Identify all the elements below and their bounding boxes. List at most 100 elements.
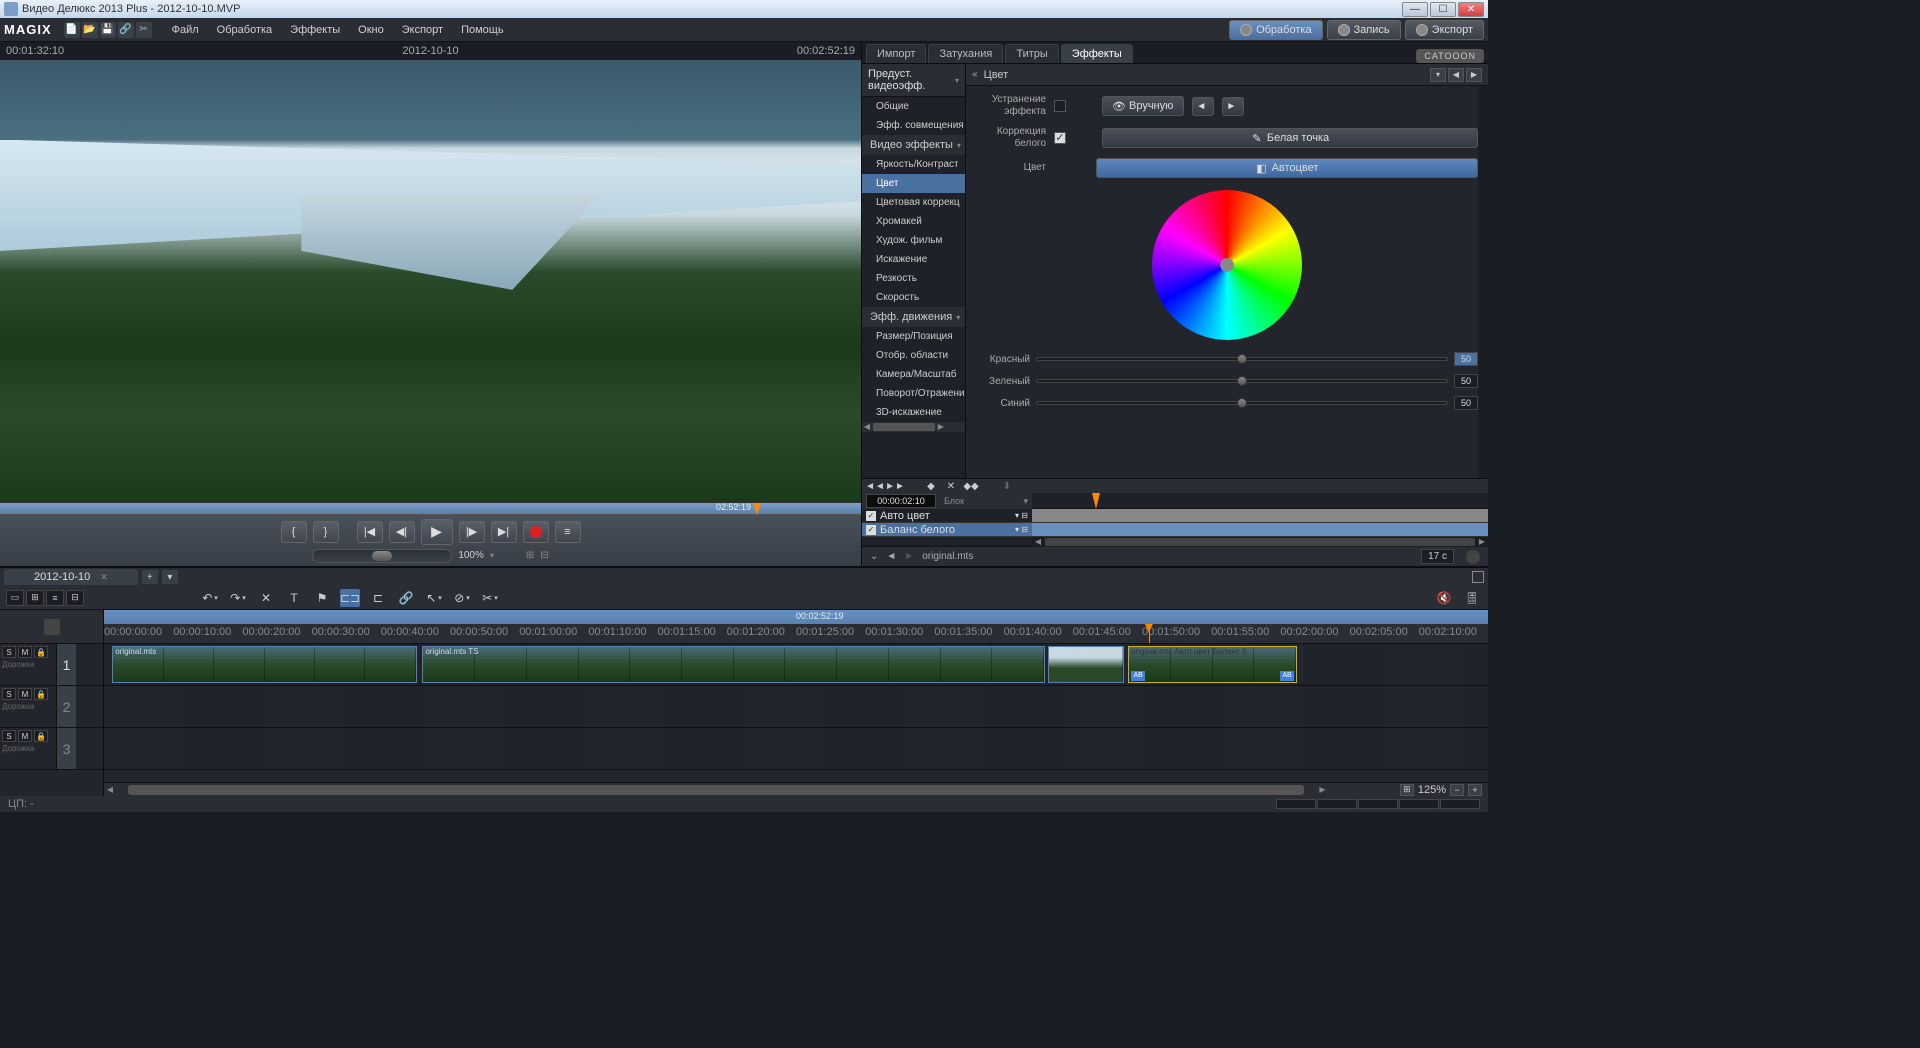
navbar-next-icon[interactable]: ► xyxy=(904,551,914,562)
track-header-3[interactable]: S M 🔒 Дорожка 3 xyxy=(0,728,103,770)
tree-item[interactable]: Яркость/Контраст xyxy=(862,155,965,174)
track-solo[interactable]: S xyxy=(2,646,16,658)
track-lock-icon[interactable]: 🔒 xyxy=(34,646,48,658)
track-solo[interactable]: S xyxy=(2,688,16,700)
kf-playhead-icon[interactable] xyxy=(1092,493,1100,509)
menu-window[interactable]: Окно xyxy=(350,21,392,39)
tab-close-icon[interactable]: ✕ xyxy=(100,572,108,583)
timeline-playhead[interactable] xyxy=(1149,624,1150,643)
kf-next-icon[interactable]: ►► xyxy=(888,479,902,493)
marker-button[interactable]: ⚑ xyxy=(312,589,332,607)
new-icon[interactable]: 📄 xyxy=(64,22,80,38)
minimize-button[interactable]: — xyxy=(1402,2,1428,17)
tree-category[interactable]: Видео эффекты xyxy=(862,135,965,155)
remove-effect-checkbox[interactable] xyxy=(1054,100,1066,112)
timeline-tab[interactable]: 2012-10-10✕ xyxy=(4,569,138,585)
menu-file[interactable]: Файл xyxy=(164,21,207,39)
mark-in-button[interactable]: { xyxy=(281,521,307,543)
tool2-icon[interactable]: ✂ xyxy=(136,22,152,38)
slider-green-value[interactable]: 50 xyxy=(1454,374,1478,388)
slider-red-value[interactable]: 50 xyxy=(1454,352,1478,366)
tree-item[interactable]: Худож. фильм xyxy=(862,231,965,250)
mode-edit[interactable]: Обработка xyxy=(1229,20,1322,40)
track-lock-icon[interactable]: 🔒 xyxy=(34,730,48,742)
play-button[interactable]: ▶ xyxy=(421,519,453,545)
tree-item[interactable]: Скорость xyxy=(862,288,965,307)
tree-item[interactable]: Поворот/Отражени xyxy=(862,384,965,403)
dual-icon[interactable]: ⊟ xyxy=(540,550,548,561)
preset-next[interactable]: ▶ xyxy=(1466,68,1482,82)
mixer-icon[interactable]: 🎚 xyxy=(1462,589,1482,607)
tab-import[interactable]: Импорт xyxy=(866,44,926,63)
tab-titles[interactable]: Титры xyxy=(1005,44,1058,63)
kf-del-icon[interactable]: ✕ xyxy=(944,479,958,493)
track-mute[interactable]: M xyxy=(18,646,32,658)
mouse-mode-button[interactable]: ↖▾ xyxy=(424,589,444,607)
apply-right-button[interactable]: ► xyxy=(1222,97,1244,116)
link-button[interactable]: 🔗 xyxy=(396,589,416,607)
prev-frame-button[interactable]: ◀| xyxy=(389,521,415,543)
tree-item[interactable]: Резкость xyxy=(862,269,965,288)
group-button[interactable]: ⊏⊐ xyxy=(340,589,360,607)
split-button[interactable]: ✂▾ xyxy=(480,589,500,607)
color-wheel-handle[interactable] xyxy=(1222,260,1232,270)
menu-effects[interactable]: Эффекты xyxy=(282,21,348,39)
tree-item[interactable]: Общие xyxy=(862,97,965,116)
zoom-out-icon[interactable]: − xyxy=(1450,784,1464,796)
keyframe-timecode[interactable]: 00:00:02:10 xyxy=(866,494,936,508)
kf-hscroll[interactable]: ◀▶ xyxy=(1032,537,1488,547)
manual-button[interactable]: 👁Вручную xyxy=(1102,96,1184,116)
effect-vscroll[interactable] xyxy=(1478,86,1488,478)
mark-out-button[interactable]: } xyxy=(313,521,339,543)
slider-red[interactable] xyxy=(1036,357,1448,361)
tree-item[interactable]: Камера/Масштаб xyxy=(862,365,965,384)
slider-blue[interactable] xyxy=(1036,401,1448,405)
tree-item[interactable]: 3D-искажение xyxy=(862,403,965,422)
menu-edit[interactable]: Обработка xyxy=(209,21,280,39)
close-button[interactable]: ✕ xyxy=(1458,2,1484,17)
undo-button[interactable]: ↶▾ xyxy=(200,589,220,607)
mode-storyboard-icon[interactable]: ▭ xyxy=(6,590,24,606)
zoom-in-icon[interactable]: + xyxy=(1468,784,1482,796)
kf-check-icon[interactable]: ✓ xyxy=(866,525,876,535)
effect-tree-header[interactable]: Предуст. видеоэфф. xyxy=(862,64,965,97)
track-header-1[interactable]: S M 🔒 Дорожка 1 xyxy=(0,644,103,686)
navbar-expand-icon[interactable]: ⌄ xyxy=(870,551,878,562)
next-frame-button[interactable]: |▶ xyxy=(459,521,485,543)
kf-down-icon[interactable]: ⬇ xyxy=(1000,479,1014,493)
timeline-maximize-icon[interactable] xyxy=(1472,571,1484,583)
kf-track-autocolor[interactable]: ✓ Авто цвет ▾ ⊟ xyxy=(862,509,1032,523)
redo-button[interactable]: ↷▾ xyxy=(228,589,248,607)
track-mute[interactable]: M xyxy=(18,730,32,742)
add-tab-button[interactable]: + xyxy=(142,570,158,584)
timeline-track-2[interactable] xyxy=(104,686,1488,728)
tree-item[interactable]: Хромакей xyxy=(862,212,965,231)
tree-item[interactable]: Размер/Позиция xyxy=(862,327,965,346)
kf-zoom-icon[interactable]: ◆◆ xyxy=(964,479,978,493)
gear-icon[interactable] xyxy=(1466,550,1480,564)
title-button[interactable]: T xyxy=(284,589,304,607)
slider-green[interactable] xyxy=(1036,379,1448,383)
navbar-prev-icon[interactable]: ◄ xyxy=(886,551,896,562)
kf-lane[interactable] xyxy=(1032,509,1488,523)
tree-item[interactable]: Цветовая коррекц xyxy=(862,193,965,212)
apply-left-button[interactable]: ◄ xyxy=(1192,97,1214,116)
color-wheel[interactable] xyxy=(1152,190,1302,340)
keyframe-block-dropdown[interactable]: ▾ xyxy=(1023,496,1028,507)
tree-hscroll[interactable]: ◀▶ xyxy=(862,422,965,432)
tree-item-color[interactable]: Цвет xyxy=(862,174,965,193)
correction-checkbox[interactable]: ✓ xyxy=(1054,132,1066,144)
timeline-hscroll[interactable]: ◀▶ ⊞ 125% − + xyxy=(104,782,1488,796)
track-lock-icon[interactable]: 🔒 xyxy=(34,688,48,700)
scrub-playhead-icon[interactable] xyxy=(753,503,761,515)
whitepoint-button[interactable]: ✎Белая точка xyxy=(1102,128,1478,148)
menu-help[interactable]: Помощь xyxy=(453,21,512,39)
tab-fades[interactable]: Затухания xyxy=(928,44,1003,63)
keyframe-ruler[interactable] xyxy=(1032,493,1488,509)
track-header-2[interactable]: S M 🔒 Дорожка 2 xyxy=(0,686,103,728)
delete-button[interactable]: ✕ xyxy=(256,589,276,607)
list-button[interactable]: ≡ xyxy=(555,521,581,543)
preview-scrubber[interactable]: 02:52:19 xyxy=(0,502,861,514)
mode-export[interactable]: Экспорт xyxy=(1405,20,1484,40)
timeline-track-3[interactable] xyxy=(104,728,1488,770)
